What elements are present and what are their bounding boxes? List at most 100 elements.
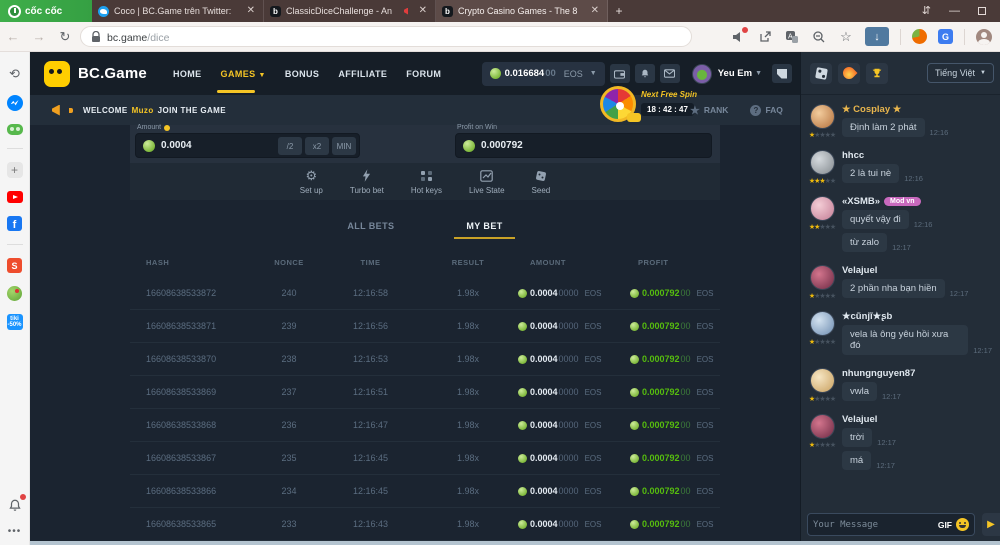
browser-tab-twitter[interactable]: Coco | BC.Game trên Twitter: ✕ (92, 0, 264, 22)
bcgame-logo-icon[interactable] (44, 61, 70, 87)
avatar[interactable] (810, 104, 835, 129)
facebook-icon[interactable]: f (7, 216, 22, 231)
table-row[interactable]: 1660863853386523312:16:431.98x 0.0004000… (130, 508, 720, 541)
send-message-button[interactable]: ▶ (982, 513, 1000, 536)
browser-tab-classicdice[interactable]: b ClassicDiceChallenge - An ✕ (264, 0, 436, 22)
coccoc-brand: cốc cốc (0, 0, 92, 22)
table-row[interactable]: 1660863853387123912:16:561.98x 0.0004000… (130, 310, 720, 343)
minimize-icon[interactable]: — (949, 6, 960, 17)
emoji-button[interactable] (956, 518, 969, 531)
forward-icon[interactable]: → (26, 29, 52, 44)
chat-username[interactable]: nhungnguyen87 (842, 368, 992, 379)
nav-forum[interactable]: FORUM (406, 69, 441, 79)
tab-all-bets[interactable]: ALL BETS (347, 221, 394, 239)
seed-tool[interactable]: Seed (532, 169, 551, 195)
table-row[interactable]: 1660863853387224012:16:581.98x 0.0004000… (130, 277, 720, 310)
chat-toggle-button[interactable] (772, 64, 792, 83)
tab-close-icon[interactable]: ✕ (589, 5, 601, 17)
avatar[interactable] (810, 414, 835, 439)
coccoc-extension-icon[interactable] (912, 29, 927, 44)
table-row[interactable]: 1660863853387023812:16:531.98x 0.0004000… (130, 343, 720, 376)
add-shortcut-button[interactable]: + (7, 162, 23, 178)
reload-icon[interactable]: ↻ (52, 29, 78, 45)
tab-search-icon[interactable]: ⇵ (922, 6, 931, 17)
free-spin-widget[interactable]: Next Free Spin 18 : 42 : 47 (600, 86, 697, 122)
translate-icon[interactable]: A (784, 29, 800, 45)
avatar[interactable] (810, 311, 835, 336)
youtube-icon[interactable] (7, 191, 23, 203)
browser-profile-icon[interactable] (976, 29, 992, 45)
bookmark-star-icon[interactable]: ☆ (838, 29, 854, 45)
hot-keys-tool[interactable]: Hot keys (411, 169, 442, 195)
audio-mute-icon[interactable] (730, 29, 746, 45)
language-selector[interactable]: Tiếng Việt▼ (927, 63, 994, 83)
spin-wheel-icon[interactable] (600, 86, 636, 122)
translate-extension-icon[interactable]: G (938, 29, 953, 44)
table-row[interactable]: 1660863853386623412:16:451.98x 0.0004000… (130, 475, 720, 508)
sale-50-icon[interactable]: tiki-50% (7, 314, 23, 330)
chat-username[interactable]: «XSMB»Mod vn (842, 196, 992, 207)
user-avatar[interactable] (692, 64, 712, 84)
chat-username[interactable]: ★cũnjĩ★ʂb (842, 311, 992, 322)
crash-button[interactable] (838, 63, 860, 84)
tab-close-icon[interactable]: ✕ (417, 5, 429, 17)
back-icon[interactable]: ← (0, 29, 26, 44)
notifications-bell-icon[interactable] (7, 497, 23, 513)
chat-username[interactable]: Velajuel (842, 414, 992, 425)
notifications-button[interactable] (635, 64, 655, 83)
double-bet-button[interactable]: x2 (305, 137, 329, 155)
half-bet-button[interactable]: /2 (278, 137, 302, 155)
megaphone-icon (52, 105, 65, 116)
gif-button[interactable]: GIF (938, 520, 952, 530)
faq-link[interactable]: ?FAQ (750, 105, 782, 116)
new-tab-button[interactable]: + (608, 0, 630, 22)
rank-link[interactable]: ★RANK (690, 104, 728, 117)
chat-message-input[interactable] (813, 520, 934, 530)
avatar[interactable] (810, 368, 835, 393)
sidebar-more-icon[interactable]: ••• (8, 526, 22, 537)
browser-tab-crypto-casino[interactable]: b Crypto Casino Games - The 8 ✕ (436, 0, 608, 22)
nav-affiliate[interactable]: AFFILIATE (338, 69, 387, 79)
site-title[interactable]: BC.Game (78, 65, 147, 82)
table-row[interactable]: 1660863853386723512:16:451.98x 0.0004000… (130, 442, 720, 475)
active-nav-underline (217, 90, 255, 93)
messenger-icon[interactable] (7, 95, 23, 111)
chat-username[interactable]: ★ Cosplay ★ (842, 104, 992, 115)
tab-close-icon[interactable]: ✕ (245, 5, 257, 17)
chat-header: Tiếng Việt▼ (801, 52, 1000, 95)
wallet-button[interactable] (610, 64, 630, 83)
turbo-bet-tool[interactable]: Turbo bet (350, 169, 384, 195)
contest-button[interactable] (866, 63, 888, 84)
zoom-out-icon[interactable] (811, 29, 827, 45)
table-row[interactable]: 1660863853386823612:16:471.98x 0.0004000… (130, 409, 720, 442)
restore-window-icon[interactable] (978, 7, 986, 15)
browser-sidebar: ⟲ + f S tiki-50% ••• (0, 52, 30, 545)
nav-home[interactable]: HOME (173, 69, 202, 79)
nav-games[interactable]: GAMES ▼ (221, 69, 266, 79)
download-button[interactable]: ↓ (865, 27, 889, 46)
history-icon[interactable]: ⟲ (7, 66, 23, 82)
live-stats-tool[interactable]: Live State (469, 169, 505, 195)
setup-tool[interactable]: ⚙ Set up (300, 169, 323, 195)
profit-input[interactable] (481, 140, 581, 151)
balance-selector[interactable]: 0.016684 00 EOS ▼ (482, 62, 605, 86)
tab-my-bet[interactable]: MY BET (466, 221, 502, 239)
username[interactable]: Yeu Em (718, 68, 752, 79)
nav-bonus[interactable]: BONUS (285, 69, 320, 79)
announcement-username[interactable]: Muzo (132, 106, 154, 115)
games-icon[interactable] (7, 124, 23, 135)
table-row[interactable]: 1660863853386923712:16:511.98x 0.0004000… (130, 376, 720, 409)
amount-input[interactable] (161, 140, 261, 151)
chat-username[interactable]: Velajuel (842, 265, 992, 276)
avatar[interactable] (810, 196, 835, 221)
avatar[interactable] (810, 265, 835, 290)
shopee-icon[interactable]: S (7, 258, 22, 273)
share-icon[interactable] (757, 29, 773, 45)
dice-games-button[interactable] (810, 63, 832, 84)
avatar[interactable] (810, 150, 835, 175)
messages-button[interactable] (660, 64, 680, 83)
garden-icon[interactable] (7, 286, 22, 301)
chat-username[interactable]: hhcc (842, 150, 992, 161)
url-bar[interactable]: bc.game/dice (80, 26, 692, 47)
min-bet-button[interactable]: MIN (332, 137, 356, 155)
